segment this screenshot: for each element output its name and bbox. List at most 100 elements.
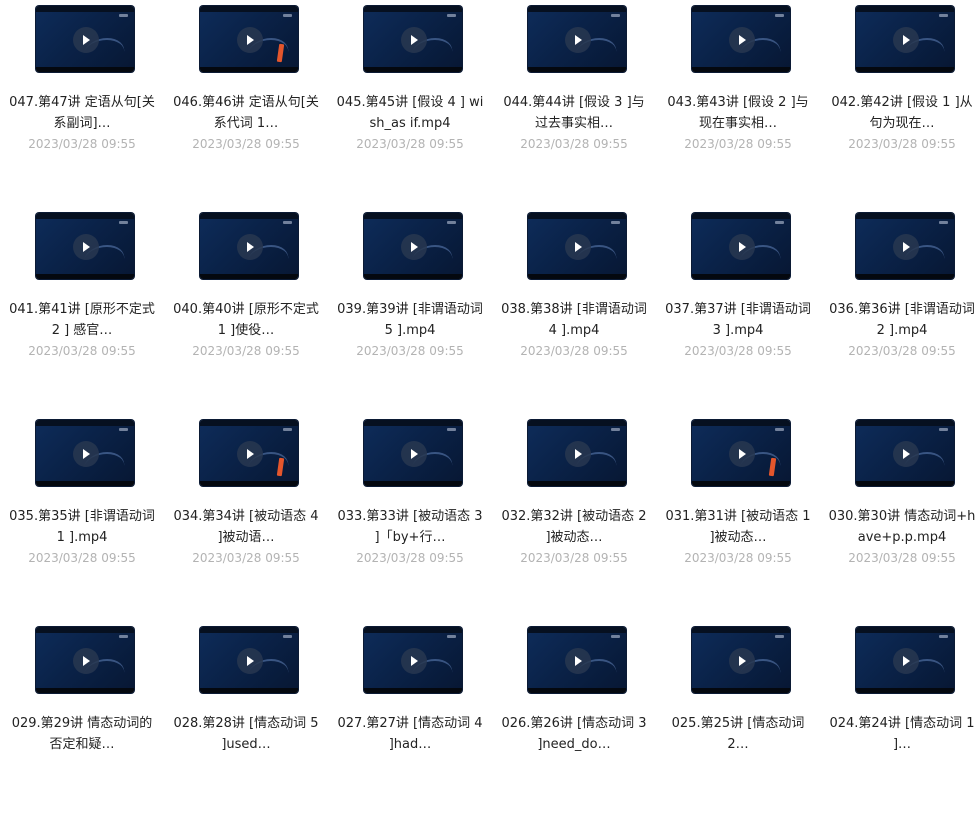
video-thumbnail[interactable] [36, 420, 134, 486]
video-file-tile[interactable]: 038.第38讲 [非谓语动词 4 ].mp4 2023/03/28 09:55 [492, 207, 656, 407]
video-thumbnail[interactable] [856, 420, 954, 486]
file-name[interactable]: 030.第30讲 情态动词+have+p.p.mp4 [826, 506, 978, 548]
file-name[interactable]: 037.第37讲 [非谓语动词 3 ].mp4 [662, 299, 814, 341]
video-file-tile[interactable]: 033.第33讲 [被动语态 3 ]「by+行… 2023/03/28 09:55 [328, 414, 492, 614]
file-name[interactable]: 027.第27讲 [情态动词 4 ]had… [334, 713, 486, 755]
video-thumbnail[interactable] [364, 6, 462, 72]
video-file-tile[interactable]: 026.第26讲 [情态动词 3 ]need_do… [492, 621, 656, 821]
video-thumbnail[interactable] [692, 627, 790, 693]
video-thumbnail[interactable] [200, 627, 298, 693]
file-modified-date: 2023/03/28 09:55 [192, 344, 300, 358]
video-thumbnail[interactable] [36, 6, 134, 72]
file-modified-date: 2023/03/28 09:55 [848, 137, 956, 151]
video-thumbnail[interactable] [856, 627, 954, 693]
video-thumbnail[interactable] [36, 627, 134, 693]
video-file-tile[interactable]: 045.第45讲 [假设 4 ] wish_as if.mp4 2023/03/2… [328, 0, 492, 200]
video-file-tile[interactable]: 025.第25讲 [情态动词 2… [656, 621, 820, 821]
play-icon[interactable] [73, 27, 99, 53]
video-thumbnail[interactable] [528, 6, 626, 72]
file-name[interactable]: 029.第29讲 情态动词的否定和疑… [6, 713, 158, 755]
video-file-tile[interactable]: 042.第42讲 [假设 1 ]从句为现在… 2023/03/28 09:55 [820, 0, 978, 200]
play-icon[interactable] [401, 27, 427, 53]
play-icon[interactable] [73, 234, 99, 260]
video-file-tile[interactable]: 037.第37讲 [非谓语动词 3 ].mp4 2023/03/28 09:55 [656, 207, 820, 407]
video-thumbnail[interactable] [692, 213, 790, 279]
file-name[interactable]: 039.第39讲 [非谓语动词 5 ].mp4 [334, 299, 486, 341]
video-thumbnail[interactable] [528, 420, 626, 486]
play-icon[interactable] [565, 234, 591, 260]
file-name[interactable]: 046.第46讲 定语从句[关系代词 1… [170, 92, 322, 134]
video-thumbnail[interactable] [200, 6, 298, 72]
file-name[interactable]: 042.第42讲 [假设 1 ]从句为现在… [826, 92, 978, 134]
file-name[interactable]: 035.第35讲 [非谓语动词 1 ].mp4 [6, 506, 158, 548]
file-name[interactable]: 025.第25讲 [情态动词 2… [662, 713, 814, 755]
video-file-tile[interactable]: 044.第44讲 [假设 3 ]与过去事实相… 2023/03/28 09:55 [492, 0, 656, 200]
video-thumbnail[interactable] [200, 213, 298, 279]
file-modified-date: 2023/03/28 09:55 [520, 137, 628, 151]
video-thumbnail[interactable] [364, 213, 462, 279]
video-thumbnail[interactable] [200, 420, 298, 486]
file-name[interactable]: 036.第36讲 [非谓语动词 2 ].mp4 [826, 299, 978, 341]
thumbnail-watermark [119, 221, 128, 224]
file-name[interactable]: 044.第44讲 [假设 3 ]与过去事实相… [498, 92, 650, 134]
play-icon[interactable] [401, 441, 427, 467]
video-file-tile[interactable]: 040.第40讲 [原形不定式 1 ]使役… 2023/03/28 09:55 [164, 207, 328, 407]
file-name[interactable]: 028.第28讲 [情态动词 5 ]used… [170, 713, 322, 755]
play-icon[interactable] [565, 648, 591, 674]
video-file-tile[interactable]: 046.第46讲 定语从句[关系代词 1… 2023/03/28 09:55 [164, 0, 328, 200]
video-thumbnail[interactable] [856, 213, 954, 279]
play-icon[interactable] [73, 441, 99, 467]
play-icon[interactable] [73, 648, 99, 674]
video-thumbnail[interactable] [692, 6, 790, 72]
video-file-tile[interactable]: 035.第35讲 [非谓语动词 1 ].mp4 2023/03/28 09:55 [0, 414, 164, 614]
file-name[interactable]: 034.第34讲 [被动语态 4 ]被动语… [170, 506, 322, 548]
file-name[interactable]: 032.第32讲 [被动语态 2 ]被动态… [498, 506, 650, 548]
file-name[interactable]: 040.第40讲 [原形不定式 1 ]使役… [170, 299, 322, 341]
play-icon[interactable] [237, 648, 263, 674]
video-file-tile[interactable]: 029.第29讲 情态动词的否定和疑… [0, 621, 164, 821]
video-thumbnail[interactable] [528, 627, 626, 693]
play-icon[interactable] [237, 441, 263, 467]
video-file-tile[interactable]: 030.第30讲 情态动词+have+p.p.mp4 2023/03/28 09:… [820, 414, 978, 614]
file-name[interactable]: 033.第33讲 [被动语态 3 ]「by+行… [334, 506, 486, 548]
video-thumbnail[interactable] [692, 420, 790, 486]
play-icon[interactable] [401, 648, 427, 674]
file-name[interactable]: 045.第45讲 [假设 4 ] wish_as if.mp4 [334, 92, 486, 134]
play-icon[interactable] [893, 27, 919, 53]
video-file-tile[interactable]: 032.第32讲 [被动语态 2 ]被动态… 2023/03/28 09:55 [492, 414, 656, 614]
video-file-tile[interactable]: 034.第34讲 [被动语态 4 ]被动语… 2023/03/28 09:55 [164, 414, 328, 614]
video-thumbnail[interactable] [36, 213, 134, 279]
play-icon[interactable] [729, 234, 755, 260]
play-icon[interactable] [893, 441, 919, 467]
video-file-tile[interactable]: 047.第47讲 定语从句[关系副词]… 2023/03/28 09:55 [0, 0, 164, 200]
video-file-tile[interactable]: 028.第28讲 [情态动词 5 ]used… [164, 621, 328, 821]
file-name[interactable]: 026.第26讲 [情态动词 3 ]need_do… [498, 713, 650, 755]
file-name[interactable]: 043.第43讲 [假设 2 ]与现在事实相… [662, 92, 814, 134]
file-name[interactable]: 047.第47讲 定语从句[关系副词]… [6, 92, 158, 134]
play-icon[interactable] [729, 648, 755, 674]
play-icon[interactable] [893, 234, 919, 260]
video-file-tile[interactable]: 041.第41讲 [原形不定式 2 ] 感官… 2023/03/28 09:55 [0, 207, 164, 407]
play-icon[interactable] [893, 648, 919, 674]
play-icon[interactable] [237, 234, 263, 260]
video-thumbnail[interactable] [528, 213, 626, 279]
video-thumbnail[interactable] [856, 6, 954, 72]
video-file-tile[interactable]: 027.第27讲 [情态动词 4 ]had… [328, 621, 492, 821]
video-file-tile[interactable]: 036.第36讲 [非谓语动词 2 ].mp4 2023/03/28 09:55 [820, 207, 978, 407]
file-name[interactable]: 038.第38讲 [非谓语动词 4 ].mp4 [498, 299, 650, 341]
file-name[interactable]: 041.第41讲 [原形不定式 2 ] 感官… [6, 299, 158, 341]
video-file-tile[interactable]: 043.第43讲 [假设 2 ]与现在事实相… 2023/03/28 09:55 [656, 0, 820, 200]
video-thumbnail[interactable] [364, 627, 462, 693]
file-name[interactable]: 031.第31讲 [被动语态 1 ]被动态… [662, 506, 814, 548]
file-name[interactable]: 024.第24讲 [情态动词 1 ]… [826, 713, 978, 755]
play-icon[interactable] [729, 27, 755, 53]
video-file-tile[interactable]: 039.第39讲 [非谓语动词 5 ].mp4 2023/03/28 09:55 [328, 207, 492, 407]
play-icon[interactable] [565, 27, 591, 53]
video-thumbnail[interactable] [364, 420, 462, 486]
play-icon[interactable] [565, 441, 591, 467]
video-file-tile[interactable]: 031.第31讲 [被动语态 1 ]被动态… 2023/03/28 09:55 [656, 414, 820, 614]
play-icon[interactable] [237, 27, 263, 53]
video-file-tile[interactable]: 024.第24讲 [情态动词 1 ]… [820, 621, 978, 821]
play-icon[interactable] [401, 234, 427, 260]
play-icon[interactable] [729, 441, 755, 467]
